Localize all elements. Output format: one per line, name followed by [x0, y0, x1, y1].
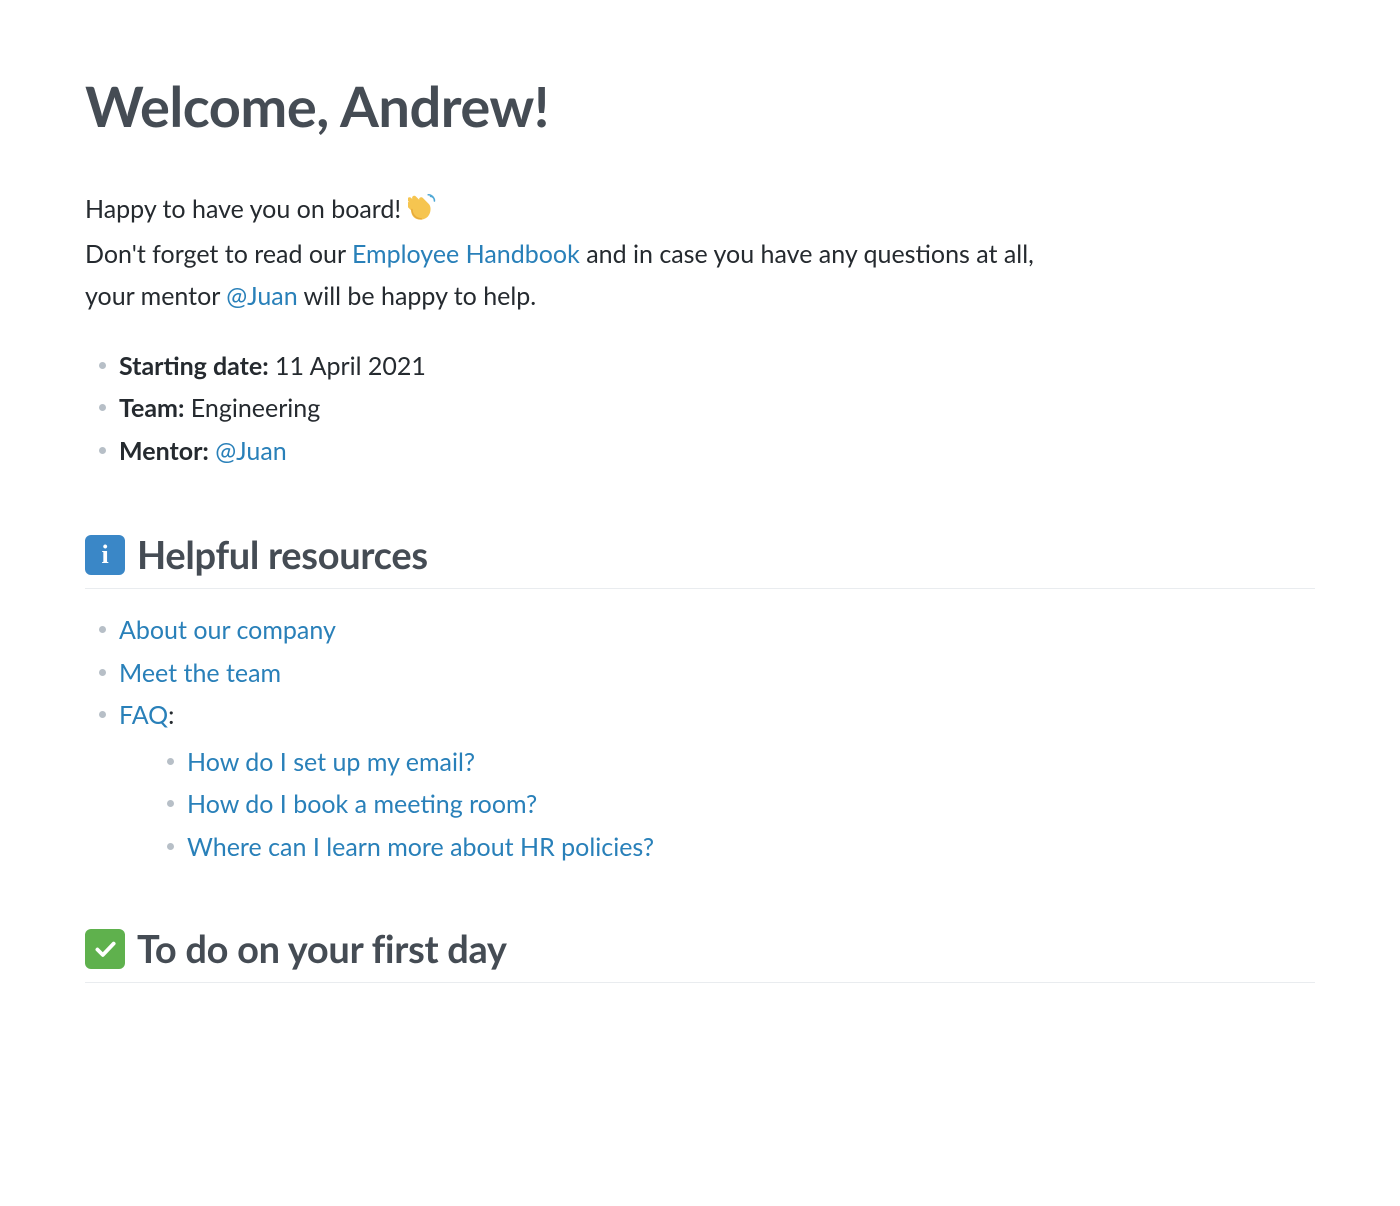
- mentor-mention[interactable]: @Juan: [215, 436, 286, 466]
- resources-heading-text: Helpful resources: [137, 532, 428, 578]
- faq-colon: :: [168, 700, 174, 730]
- faq-item-1: How do I set up my email?: [153, 741, 1315, 784]
- faq-hr-link[interactable]: Where can I learn more about HR policies…: [187, 832, 654, 862]
- page-title: Welcome, Andrew!: [85, 72, 1315, 139]
- info-team: Team: Engineering: [85, 387, 1315, 430]
- info-starting-date: Starting date: 11 April 2021: [85, 345, 1315, 388]
- faq-sublist: How do I set up my email? How do I book …: [153, 741, 1315, 869]
- starting-date-label: Starting date:: [119, 351, 269, 381]
- meet-team-link[interactable]: Meet the team: [119, 658, 281, 688]
- intro-line2-pre: Don't forget to read our: [85, 239, 352, 269]
- faq-link[interactable]: FAQ: [119, 700, 168, 730]
- todo-heading: To do on your first day: [85, 926, 1315, 983]
- team-value: Engineering: [184, 393, 320, 423]
- wave-icon: [408, 193, 436, 234]
- resources-list: About our company Meet the team FAQ: How…: [85, 609, 1315, 868]
- faq-meeting-link[interactable]: How do I book a meeting room?: [187, 789, 537, 819]
- intro-paragraph: Happy to have you on board! Don't forget…: [85, 189, 1085, 317]
- faq-item-3: Where can I learn more about HR policies…: [153, 826, 1315, 869]
- mentor-mention-inline[interactable]: @Juan: [226, 281, 297, 311]
- intro-line1: Happy to have you on board!: [85, 194, 408, 224]
- document-page: Welcome, Andrew! Happy to have you on bo…: [0, 0, 1400, 1206]
- check-icon: [85, 929, 125, 969]
- resource-about: About our company: [85, 609, 1315, 652]
- faq-item-2: How do I book a meeting room?: [153, 783, 1315, 826]
- team-label: Team:: [119, 393, 184, 423]
- resource-meet: Meet the team: [85, 652, 1315, 695]
- info-list: Starting date: 11 April 2021 Team: Engin…: [85, 345, 1315, 473]
- intro-line2-post: will be happy to help.: [298, 281, 537, 311]
- employee-handbook-link[interactable]: Employee Handbook: [352, 239, 580, 269]
- info-icon: i: [85, 535, 125, 575]
- starting-date-value: 11 April 2021: [269, 351, 426, 381]
- resources-heading: i Helpful resources: [85, 532, 1315, 589]
- faq-email-link[interactable]: How do I set up my email?: [187, 747, 475, 777]
- info-mentor: Mentor: @Juan: [85, 430, 1315, 473]
- todo-heading-text: To do on your first day: [137, 926, 507, 972]
- mentor-label: Mentor:: [119, 436, 209, 466]
- resource-faq: FAQ: How do I set up my email? How do I …: [85, 694, 1315, 868]
- about-company-link[interactable]: About our company: [119, 615, 336, 645]
